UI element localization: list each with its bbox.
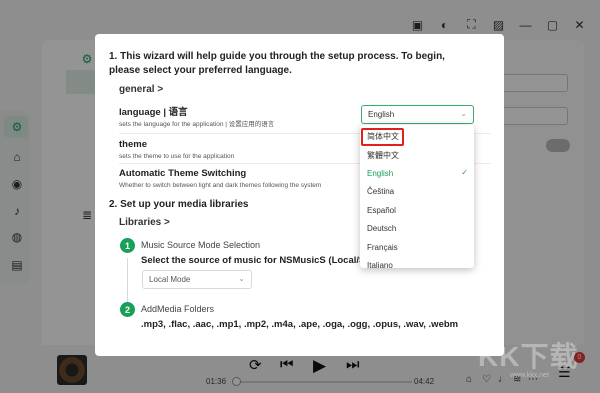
checkmark-icon: ✓ xyxy=(461,168,468,177)
language-option-es[interactable]: Español xyxy=(360,202,474,220)
chevron-down-icon: ⌄ xyxy=(238,274,245,283)
music-source-label: Music Source Mode Selection xyxy=(141,240,261,250)
step1-title: 1. This wizard will help guide you throu… xyxy=(109,51,445,76)
libraries-section-link[interactable]: Libraries > xyxy=(119,217,170,228)
watermark-url: www.kkx.net xyxy=(510,372,549,379)
language-option-en[interactable]: English ✓ xyxy=(360,165,474,183)
source-mode-value: Local Mode xyxy=(149,275,191,284)
language-select-value: English xyxy=(368,110,395,119)
music-source-desc: Select the source of music for NSMusicS … xyxy=(141,255,371,266)
step2-title: 2. Set up your media libraries xyxy=(109,199,249,210)
language-option-cs[interactable]: Čeština xyxy=(360,183,474,201)
source-mode-select[interactable]: Local Mode ⌄ xyxy=(142,270,252,289)
language-dropdown-menu: 简体中文 繁體中文 English ✓ Čeština Español Deut… xyxy=(360,125,474,268)
language-option-zh-tw[interactable]: 繁體中文 xyxy=(360,146,474,164)
highlight-annotation-box xyxy=(361,128,404,146)
auto-theme-option-desc: Whether to switch between light and dark… xyxy=(119,182,322,189)
language-select[interactable]: English ⌄ xyxy=(361,105,474,124)
auto-theme-option-title: Automatic Theme Switching xyxy=(119,168,247,179)
chevron-down-icon: ⌄ xyxy=(460,109,467,118)
general-section-link[interactable]: general > xyxy=(119,84,163,95)
language-option-desc: sets the language for the application | … xyxy=(119,121,275,128)
language-option-en-label: English xyxy=(367,169,394,178)
language-option-fr[interactable]: Français xyxy=(360,239,474,257)
theme-option-title: theme xyxy=(119,139,147,150)
sub-step-2-number: 2 xyxy=(120,302,135,317)
theme-option-desc: sets the theme to use for the applicatio… xyxy=(119,153,235,160)
language-option-it[interactable]: Italiano xyxy=(360,257,474,268)
add-media-folders-label: AddMedia Folders xyxy=(141,304,215,314)
language-option-de[interactable]: Deutsch xyxy=(360,220,474,238)
language-option-title: language | 语言 xyxy=(119,107,188,118)
step-connector-line xyxy=(127,258,128,302)
sub-step-1-number: 1 xyxy=(120,238,135,253)
supported-formats-text: .mp3, .flac, .aac, .mp1, .mp2, .m4a, .ap… xyxy=(141,319,459,330)
